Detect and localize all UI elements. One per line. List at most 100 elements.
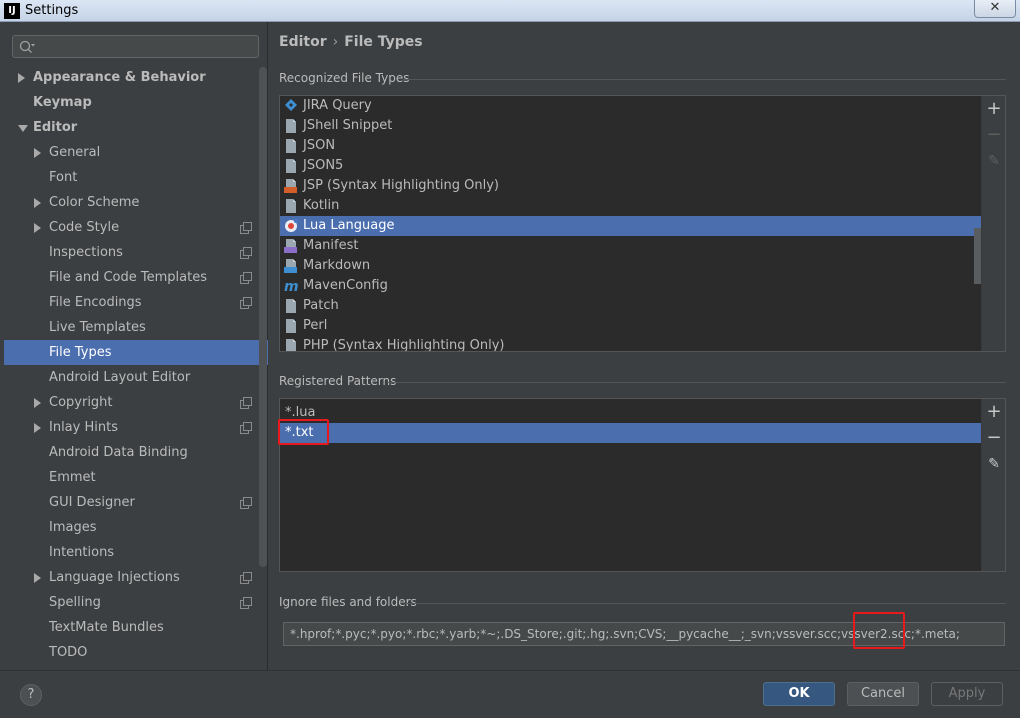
sidebar-item-gui-designer[interactable]: GUI Designer <box>4 490 268 515</box>
file-icon <box>284 158 298 174</box>
sidebar-item-code-style[interactable]: Code Style <box>4 215 268 240</box>
remove-file-type-button[interactable]: − <box>986 126 1002 144</box>
sidebar-item-label: Appearance & Behavior <box>33 70 206 85</box>
sidebar-item-label: File Encodings <box>49 295 142 310</box>
section-divider <box>403 79 1006 80</box>
file-type-row-perl[interactable]: Perl <box>280 316 982 336</box>
section-divider <box>405 603 1006 604</box>
highlight-txt-pattern <box>278 419 329 445</box>
sidebar-item-label: Emmet <box>49 470 96 485</box>
breadcrumb-current: File Types <box>344 34 423 50</box>
file-types-panel: Editor › File Types Recognized File Types … <box>269 22 1020 670</box>
help-button[interactable]: ? <box>20 684 42 706</box>
sidebar-item-copyright[interactable]: Copyright <box>4 390 268 415</box>
settings-search-input[interactable] <box>12 35 259 58</box>
patterns-toolbar: + − ✎ <box>981 399 1005 571</box>
file-type-row-manifest[interactable]: Manifest <box>280 236 982 256</box>
sidebar-item-file-types[interactable]: File Types <box>4 340 268 365</box>
sidebar-item-appearance-behavior[interactable]: Appearance & Behavior <box>4 65 268 90</box>
sidebar-item-label: Keymap <box>33 95 92 110</box>
sidebar-item-android-layout-editor[interactable]: Android Layout Editor <box>4 365 268 390</box>
file-type-label: MavenConfig <box>303 278 388 293</box>
file-type-label: Patch <box>303 298 339 313</box>
file-type-row-kotlin[interactable]: Kotlin <box>280 196 982 216</box>
file-icon <box>284 338 298 351</box>
chevron-right-icon[interactable] <box>34 190 44 215</box>
sidebar-item-android-data-binding[interactable]: Android Data Binding <box>4 440 268 465</box>
file-types-scrollbar[interactable] <box>974 228 981 284</box>
file-type-row-jshell-snippet[interactable]: JShell Snippet <box>280 116 982 136</box>
breadcrumb-parent[interactable]: Editor <box>279 34 327 50</box>
file-type-row-mavenconfig[interactable]: m MavenConfig <box>280 276 982 296</box>
file-type-row-php-syntax-highlighting-only[interactable]: PHP (Syntax Highlighting Only) <box>280 336 982 351</box>
sidebar-item-color-scheme[interactable]: Color Scheme <box>4 190 268 215</box>
cancel-button[interactable]: Cancel <box>847 682 919 706</box>
file-types-toolbar: + − ✎ <box>981 96 1005 351</box>
sidebar-item-file-and-code-templates[interactable]: File and Code Templates <box>4 265 268 290</box>
file-type-row-json[interactable]: JSON <box>280 136 982 156</box>
sidebar-item-label: Intentions <box>49 545 115 560</box>
file-type-label: JSON <box>303 138 336 153</box>
sidebar-item-emmet[interactable]: Emmet <box>4 465 268 490</box>
sidebar-item-textmate-bundles[interactable]: TextMate Bundles <box>4 615 268 640</box>
sidebar-item-inspections[interactable]: Inspections <box>4 240 268 265</box>
sidebar-item-intentions[interactable]: Intentions <box>4 540 268 565</box>
highlight-meta-pattern <box>853 612 905 649</box>
sidebar-item-label: Inspections <box>49 245 123 260</box>
markdown-icon <box>284 258 298 274</box>
pattern-row[interactable]: *.lua <box>280 403 982 423</box>
chevron-right-icon[interactable] <box>34 140 44 165</box>
sidebar-item-font[interactable]: Font <box>4 165 268 190</box>
project-scope-icon <box>240 397 252 409</box>
sidebar-item-inlay-hints[interactable]: Inlay Hints <box>4 415 268 440</box>
file-type-row-jsp-syntax-highlighting-only[interactable]: JSP (Syntax Highlighting Only) <box>280 176 982 196</box>
file-type-row-patch[interactable]: Patch <box>280 296 982 316</box>
edit-file-type-button[interactable]: ✎ <box>986 153 1002 169</box>
sidebar-item-todo[interactable]: TODO <box>4 640 268 665</box>
sidebar-item-label: Android Layout Editor <box>49 370 191 385</box>
chevron-right-icon[interactable] <box>34 390 44 415</box>
remove-pattern-button[interactable]: − <box>986 429 1002 447</box>
sidebar-item-label: Editor <box>33 120 78 135</box>
sidebar-item-spelling[interactable]: Spelling <box>4 590 268 615</box>
sidebar-item-editor[interactable]: Editor <box>4 115 268 140</box>
sidebar-item-file-encodings[interactable]: File Encodings <box>4 290 268 315</box>
file-type-label: Manifest <box>303 238 359 253</box>
add-pattern-button[interactable]: + <box>986 403 1002 421</box>
sidebar-item-language-injections[interactable]: Language Injections <box>4 565 268 590</box>
edit-pattern-button[interactable]: ✎ <box>986 456 1002 472</box>
file-type-label: PHP (Syntax Highlighting Only) <box>303 338 505 351</box>
sidebar-item-general[interactable]: General <box>4 140 268 165</box>
jira-icon <box>284 98 298 114</box>
chevron-down-icon[interactable] <box>18 115 28 140</box>
manifest-icon <box>284 238 298 254</box>
file-type-row-json5[interactable]: JSON5 <box>280 156 982 176</box>
window-title: Settings <box>25 3 79 18</box>
lua-icon <box>284 218 298 234</box>
add-file-type-button[interactable]: + <box>986 100 1002 118</box>
project-scope-icon <box>240 597 252 609</box>
file-type-label: Markdown <box>303 258 371 273</box>
chevron-right-icon[interactable] <box>34 215 44 240</box>
file-type-row-jira-query[interactable]: JIRA Query <box>280 96 982 116</box>
search-icon <box>19 40 35 53</box>
maven-icon: m <box>284 278 299 295</box>
sidebar-item-live-templates[interactable]: Live Templates <box>4 315 268 340</box>
recognized-file-types-title: Recognized File Types <box>279 71 410 85</box>
ok-button[interactable]: OK <box>763 682 835 706</box>
sidebar-item-images[interactable]: Images <box>4 515 268 540</box>
sidebar-item-keymap[interactable]: Keymap <box>4 90 268 115</box>
apply-button[interactable]: Apply <box>931 682 1003 706</box>
chevron-right-icon[interactable] <box>18 65 28 90</box>
pattern-row[interactable]: *.txt <box>280 423 982 443</box>
file-type-row-markdown[interactable]: Markdown <box>280 256 982 276</box>
file-type-row-lua-language[interactable]: Lua Language <box>280 216 982 236</box>
sidebar-item-label: Spelling <box>49 595 101 610</box>
file-icon <box>284 298 298 314</box>
chevron-right-icon[interactable] <box>34 565 44 590</box>
close-button[interactable]: ✕ <box>974 0 1016 18</box>
project-scope-icon <box>240 247 252 259</box>
sidebar-scrollbar[interactable] <box>259 67 267 567</box>
intellij-app-icon: IJ <box>4 3 20 19</box>
chevron-right-icon[interactable] <box>34 415 44 440</box>
